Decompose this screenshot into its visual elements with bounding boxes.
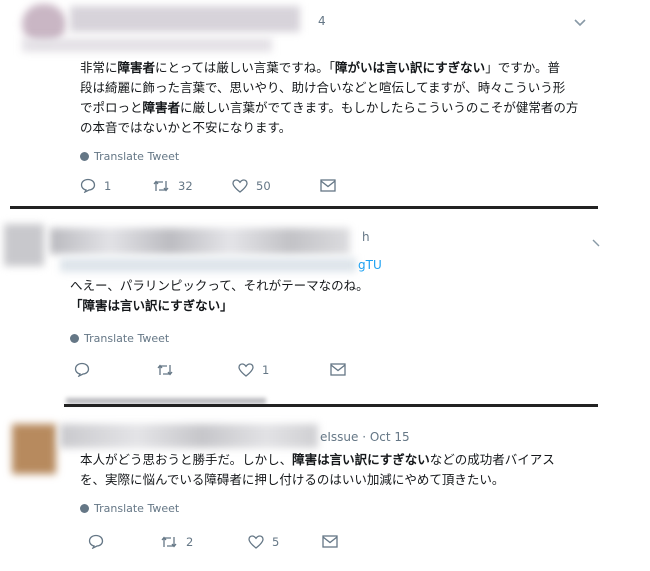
text-run: へえー、パラリンピックって、それがテーマなのね。 [70,278,369,293]
tweet-text-line: の本音ではないかと不安になります。 [80,118,578,138]
retweet-icon [153,179,169,192]
like-count: 5 [272,534,280,549]
reply-icon [80,178,96,193]
tweet-text-line: 非常に障害者にとっては厳しい言葉ですね。「障がいは言い訳にすぎない」ですか。普 [80,58,578,78]
reply-icon [88,534,104,549]
text-run: にとっては厳しい言葉ですね。「 [155,60,336,75]
retweet-icon [157,363,173,376]
tweet-text-line: でポロっと障害者に厳しい言葉がでてきます。もしかしたらこういうのこそが健常者の方 [80,98,578,118]
text-run: 非常に [80,60,118,75]
text-run: に厳しい言葉がでてきます。もしかしたらこういうのこそが健常者の方 [180,100,579,115]
text-run: などの成功者バイアス [429,452,555,467]
tweet-2: h gTU へえー、パラリンピックって、それがテーマなのね。 「障害は言い訳にすぎ… [0,210,610,400]
tweet-text-line: へえー、パラリンピックって、それがテーマなのね。 [70,276,369,296]
highlighted-phrase: 障害は言い訳にすぎない [292,452,430,467]
envelope-icon [322,535,338,548]
translate-label: Translate Tweet [84,332,170,345]
user-handle-redacted [60,258,356,272]
reply-button[interactable] [88,534,160,549]
text-run: でポロっと [80,100,143,115]
highlighted-phrase: 障害者 [142,100,181,115]
tweet-text-line: 段は綺麗に飾った言葉で、思いやり、助け合いなどと喧伝してますが、時々こういう形 [80,78,578,98]
tweet-text-line: を、実際に悩んでいる障碍者に押し付けるのはいい加減にやめて頂きたい。 [80,470,555,490]
highlighted-phrase: 障害者 [117,60,156,75]
avatar[interactable] [4,224,44,266]
like-button[interactable]: 50 [232,179,320,193]
translate-label: Translate Tweet [94,150,180,163]
retweet-button[interactable]: 32 [152,179,232,193]
tweet-actions: 2 5 [88,534,338,549]
heart-icon [248,534,264,549]
envelope-icon [320,179,336,192]
heart-icon [232,178,248,193]
message-button[interactable] [322,535,338,548]
tweet-divider [10,206,598,209]
text-run: 本人がどう思おうと勝手だ。しかし、 [80,452,293,467]
tweet-header-suffix: h [362,230,370,244]
tweet-header-suffix: 4 [318,14,326,28]
user-name-redacted[interactable] [70,6,300,32]
globe-icon [80,152,89,161]
retweet-count: 32 [178,178,193,193]
envelope-icon [330,363,346,376]
tweet-text: 非常に障害者にとっては厳しい言葉ですね。「障がいは言い訳にすぎない」ですか。普段… [80,58,578,138]
tweet-text: 本人がどう思おうと勝手だ。しかし、障害は言い訳にすぎないなどの成功者バイアスを、… [80,450,555,490]
reply-icon [74,362,90,377]
user-name-redacted[interactable] [60,424,318,448]
highlighted-phrase: 障がいは言い訳にすぎない [335,60,486,75]
retweet-count: 2 [186,534,194,549]
tweet-header-suffix: eIssue · Oct 15 [320,430,410,444]
globe-icon [70,334,79,343]
retweet-button[interactable]: 2 [160,535,248,549]
avatar[interactable] [12,424,56,474]
tweet-3: eIssue · Oct 15 本人がどう思おうと勝手だ。しかし、障害は言い訳に… [0,410,610,570]
like-count: 1 [262,362,270,377]
tweet-text: へえー、パラリンピックって、それがテーマなのね。 「障害は言い訳にすぎない」 [70,276,369,316]
tweet-text-line: 本人がどう思おうと勝手だ。しかし、障害は言い訳にすぎないなどの成功者バイアス [80,450,555,470]
translate-label: Translate Tweet [94,502,180,515]
user-handle-redacted [22,38,272,52]
text-run: の本音ではないかと不安になります。 [80,120,292,135]
globe-icon [80,504,89,513]
chevron-down-icon[interactable] [574,12,586,31]
handle-fragment[interactable]: gTU [358,258,382,272]
highlighted-phrase: 「障害は言い訳にすぎない」 [70,298,233,313]
reply-button[interactable] [74,362,156,377]
message-button[interactable] [330,363,346,376]
user-name-redacted[interactable] [50,228,350,254]
tweet-text-line: 「障害は言い訳にすぎない」 [70,296,369,316]
translate-tweet-link[interactable]: Translate Tweet [70,332,169,345]
like-button[interactable]: 5 [248,535,322,549]
translate-tweet-link[interactable]: Translate Tweet [80,502,179,515]
translate-tweet-link[interactable]: Translate Tweet [80,150,179,163]
heart-icon [238,362,254,377]
like-count: 50 [256,178,271,193]
tweet-1: 4 非常に障害者にとっては厳しい言葉ですね。「障がいは言い訳にすぎない」ですか。… [0,0,610,205]
text-run: 段は綺麗に飾った言葉で、思いやり、助け合いなどと喧伝してますが、時々こういう形 [80,80,566,95]
chevron-down-icon[interactable] [592,232,600,251]
retweet-button[interactable] [156,363,238,377]
retweet-icon [161,535,177,548]
tweet-actions: 1 32 50 [80,178,336,193]
text-run: 」ですか。普 [485,60,560,75]
message-button[interactable] [320,179,336,192]
tweet-actions: 1 [74,362,346,377]
reply-button[interactable]: 1 [80,178,152,193]
reply-count: 1 [104,178,112,193]
tweet-divider [64,404,598,407]
like-button[interactable]: 1 [238,363,330,377]
text-run: を、実際に悩んでいる障碍者に押し付けるのはいい加減にやめて頂きたい。 [80,472,505,487]
